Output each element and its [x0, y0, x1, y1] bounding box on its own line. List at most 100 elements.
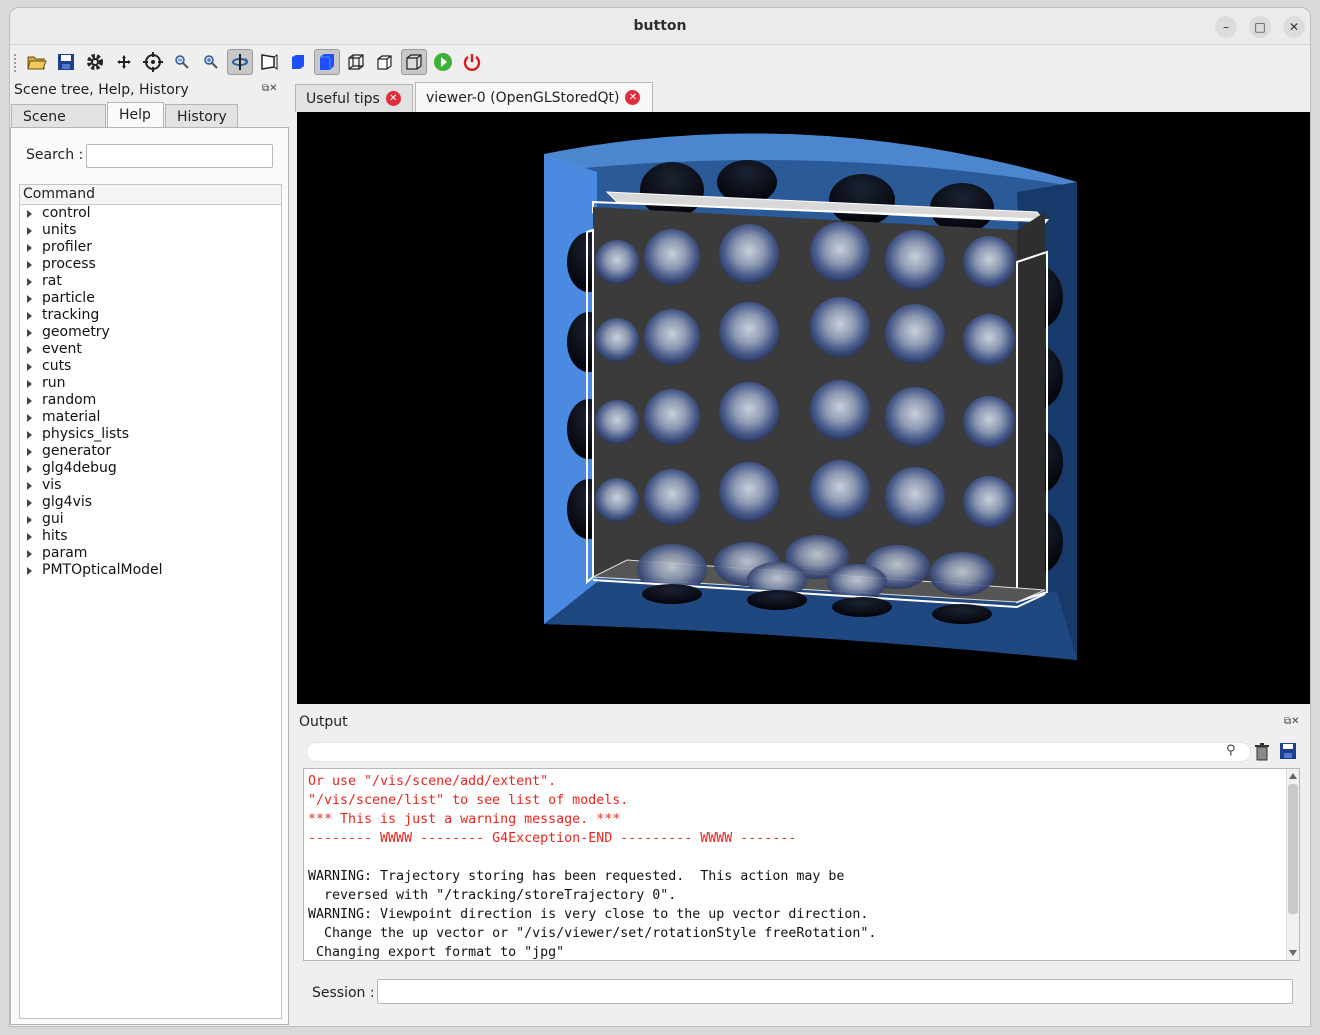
expand-arrow-icon[interactable]: [27, 448, 32, 456]
command-tree-item[interactable]: param: [20, 545, 281, 562]
expand-arrow-icon[interactable]: [27, 312, 32, 320]
command-tree: Command control units profiler process rat pa…: [19, 184, 282, 1019]
solid-shaded-icon[interactable]: [314, 49, 340, 75]
command-tree-item[interactable]: physics_lists: [20, 426, 281, 443]
move-icon[interactable]: [111, 49, 137, 75]
command-tree-item[interactable]: profiler: [20, 239, 281, 256]
expand-arrow-icon[interactable]: [27, 499, 32, 507]
command-tree-item[interactable]: run: [20, 375, 281, 392]
command-tree-item[interactable]: process: [20, 256, 281, 273]
tab-useful-tips[interactable]: Useful tips ✕: [295, 84, 413, 112]
command-label: glg4vis: [42, 494, 93, 510]
close-button[interactable]: ✕: [1283, 16, 1305, 38]
command-tree-item[interactable]: glg4vis: [20, 494, 281, 511]
expand-arrow-icon[interactable]: [27, 329, 32, 337]
expand-arrow-icon[interactable]: [27, 465, 32, 473]
command-tree-item[interactable]: tracking: [20, 307, 281, 324]
rotate-icon[interactable]: [227, 49, 253, 75]
wireframe-icon[interactable]: [343, 49, 369, 75]
command-label: particle: [42, 290, 95, 306]
hidden-line-icon[interactable]: [372, 49, 398, 75]
command-label: glg4debug: [42, 460, 117, 476]
opengl-viewer[interactable]: [297, 112, 1310, 704]
command-tree-item[interactable]: event: [20, 341, 281, 358]
solid-blue-icon[interactable]: [285, 49, 311, 75]
expand-arrow-icon[interactable]: [27, 397, 32, 405]
close-tab-icon[interactable]: ✕: [625, 90, 641, 105]
command-tree-item[interactable]: rat: [20, 273, 281, 290]
open-icon[interactable]: [24, 49, 50, 75]
command-label: run: [42, 375, 66, 391]
output-scrollbar[interactable]: [1286, 769, 1299, 960]
command-tree-header: Command: [20, 185, 281, 205]
expand-arrow-icon[interactable]: [27, 533, 32, 541]
command-tree-item[interactable]: PMTOpticalModel: [20, 562, 281, 579]
expand-arrow-icon[interactable]: [27, 482, 32, 490]
toolbar-grip[interactable]: [14, 54, 18, 72]
expand-arrow-icon[interactable]: [27, 363, 32, 371]
output-filter-input[interactable]: [306, 742, 1251, 762]
session-input[interactable]: [377, 979, 1293, 1004]
command-tree-item[interactable]: material: [20, 409, 281, 426]
expand-arrow-icon[interactable]: [27, 516, 32, 524]
expand-arrow-icon[interactable]: [27, 261, 32, 269]
hidden-surface-icon[interactable]: [401, 49, 427, 75]
expand-arrow-icon[interactable]: [27, 210, 32, 218]
command-label: random: [42, 392, 97, 408]
expand-arrow-icon[interactable]: [27, 431, 32, 439]
scroll-down-icon[interactable]: [1289, 950, 1297, 956]
expand-arrow-icon[interactable]: [27, 244, 32, 252]
expand-arrow-icon[interactable]: [27, 414, 32, 422]
session-label: Session :: [312, 985, 375, 1001]
tab-scene-tree[interactable]: Scene tree: [11, 104, 106, 141]
expand-arrow-icon[interactable]: [27, 567, 32, 575]
minimize-button[interactable]: –: [1215, 16, 1237, 38]
target-icon[interactable]: [140, 49, 166, 75]
main-window: button – □ ✕ Scene tree, Help, History ⧉…: [9, 7, 1311, 1027]
tab-help[interactable]: Help: [107, 102, 164, 128]
title-bar: button – □ ✕: [10, 8, 1310, 45]
scroll-up-icon[interactable]: [1289, 773, 1297, 779]
perspective-icon[interactable]: [256, 49, 282, 75]
scroll-thumb[interactable]: [1288, 784, 1298, 914]
command-tree-item[interactable]: geometry: [20, 324, 281, 341]
expand-arrow-icon[interactable]: [27, 278, 32, 286]
tab-history[interactable]: History: [165, 104, 238, 128]
save-output-icon[interactable]: [1280, 743, 1298, 761]
close-tab-icon[interactable]: ✕: [385, 91, 401, 106]
expand-arrow-icon[interactable]: [27, 550, 32, 558]
command-tree-item[interactable]: particle: [20, 290, 281, 307]
dock-float-close-icon[interactable]: ⧉✕: [262, 83, 278, 94]
command-label: rat: [42, 273, 62, 289]
expand-arrow-icon[interactable]: [27, 295, 32, 303]
command-tree-item[interactable]: glg4debug: [20, 460, 281, 477]
command-tree-item[interactable]: control: [20, 205, 281, 222]
command-tree-item[interactable]: hits: [20, 528, 281, 545]
expand-arrow-icon[interactable]: [27, 346, 32, 354]
command-tree-item[interactable]: gui: [20, 511, 281, 528]
command-label: profiler: [42, 239, 92, 255]
command-label: control: [42, 205, 91, 221]
maximize-button[interactable]: □: [1249, 16, 1271, 38]
command-tree-item[interactable]: cuts: [20, 358, 281, 375]
search-label: Search :: [26, 147, 84, 163]
output-log[interactable]: Or use "/vis/scene/add/extent". "/vis/sce…: [303, 768, 1300, 961]
gear-icon[interactable]: [82, 49, 108, 75]
command-tree-item[interactable]: units: [20, 222, 281, 239]
command-tree-item[interactable]: random: [20, 392, 281, 409]
zoom-in-icon[interactable]: [198, 49, 224, 75]
log-line: -------- WWWW -------- G4Exception-END -…: [308, 831, 797, 846]
power-icon[interactable]: [459, 49, 485, 75]
command-tree-item[interactable]: generator: [20, 443, 281, 460]
output-dock-float-close-icon[interactable]: ⧉✕: [1284, 716, 1300, 727]
output-label: Output: [299, 714, 348, 730]
command-tree-item[interactable]: vis: [20, 477, 281, 494]
expand-arrow-icon[interactable]: [27, 227, 32, 235]
expand-arrow-icon[interactable]: [27, 380, 32, 388]
save-icon[interactable]: [53, 49, 79, 75]
run-icon[interactable]: [430, 49, 456, 75]
tab-viewer-0[interactable]: viewer-0 (OpenGLStoredQt) ✕: [415, 82, 653, 112]
trash-icon[interactable]: [1254, 743, 1272, 761]
zoom-out-icon[interactable]: [169, 49, 195, 75]
search-input[interactable]: [86, 144, 273, 168]
